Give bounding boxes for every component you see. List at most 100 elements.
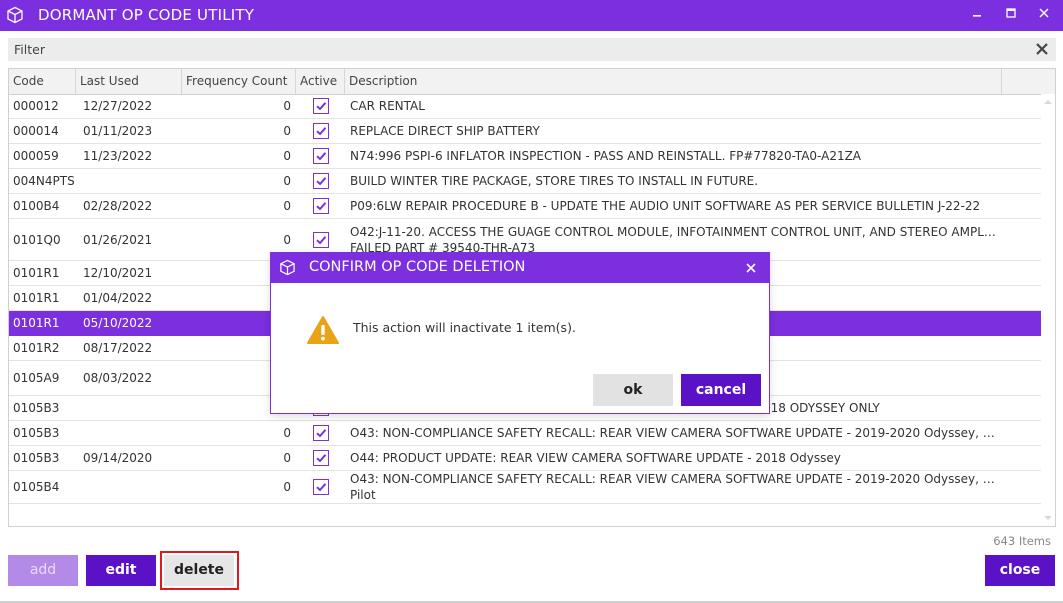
- active-cell: [297, 144, 345, 168]
- code-cell: 0101R2: [13, 341, 60, 355]
- filter-bar[interactable]: Filter: [8, 38, 1056, 61]
- check-icon: [316, 102, 327, 111]
- table-row[interactable]: 000012 12/27/2022 0 CAR RENTAL: [9, 94, 1041, 119]
- frequency-count-cell: 0: [283, 99, 291, 113]
- table-row[interactable]: 0105B3 0 O43: NON-COMPLIANCE SAFETY RECALL…: [9, 421, 1041, 446]
- column-header-last-used[interactable]: Last Used: [76, 69, 182, 94]
- code-cell: 0105B4: [13, 480, 60, 494]
- active-cell: [297, 194, 345, 218]
- table-row[interactable]: 004N4PTS 0 BUILD WINTER TIRE PACKAGE, STOR…: [9, 169, 1041, 194]
- dialog-close-icon[interactable]: [741, 258, 761, 278]
- scroll-up-icon[interactable]: [1041, 96, 1055, 108]
- description-cell: N74:996 PSPI-6 INFLATOR INSPECTION - PAS…: [350, 144, 998, 168]
- code-cell: 0105A9: [13, 371, 60, 385]
- description-cell: O44: PRODUCT UPDATE: REAR VIEW CAMERA SO…: [350, 446, 998, 470]
- description-cell: BUILD WINTER TIRE PACKAGE, STORE TIRES T…: [350, 169, 998, 193]
- active-checkbox[interactable]: [313, 98, 329, 114]
- active-cell: [297, 446, 345, 470]
- frequency-count-cell: 0: [283, 426, 291, 440]
- ok-button[interactable]: ok: [593, 374, 673, 406]
- description-cell: O43: NON-COMPLIANCE SAFETY RECALL: REAR …: [350, 421, 998, 445]
- active-checkbox[interactable]: [313, 231, 329, 248]
- active-checkbox[interactable]: [313, 123, 329, 139]
- warning-icon: [307, 316, 339, 344]
- check-icon: [316, 177, 327, 186]
- window-title: DORMANT OP CODE UTILITY: [38, 6, 255, 24]
- frequency-count-cell: 0: [283, 174, 291, 188]
- code-cell: 0101R1: [13, 316, 60, 330]
- last-used-cell: 12/10/2021: [83, 266, 153, 280]
- cancel-button[interactable]: cancel: [681, 374, 761, 406]
- description-line: O43: NON-COMPLIANCE SAFETY RECALL: REAR …: [350, 472, 998, 486]
- table-row[interactable]: 000059 11/23/2022 0 N74:996 PSPI-6 INFLATOR…: [9, 144, 1041, 169]
- active-checkbox[interactable]: [313, 198, 329, 214]
- close-button[interactable]: close: [985, 555, 1055, 586]
- description-cell: P09:6LW REPAIR PROCEDURE B - UPDATE THE …: [350, 194, 998, 218]
- active-cell: [297, 471, 345, 503]
- code-cell: 0105B3: [13, 451, 60, 465]
- clear-filter-icon[interactable]: [1032, 39, 1052, 59]
- description-line: CAR RENTAL: [350, 99, 425, 113]
- active-checkbox[interactable]: [313, 479, 329, 495]
- code-cell: 0101R1: [13, 266, 60, 280]
- last-used-cell: 11/23/2022: [83, 149, 153, 163]
- check-icon: [316, 235, 327, 244]
- active-cell: [297, 421, 345, 445]
- edit-button[interactable]: edit: [86, 555, 156, 586]
- add-button[interactable]: add: [8, 555, 78, 586]
- table-row[interactable]: 0100B4 02/28/2022 0 P09:6LW REPAIR PROCEDUR…: [9, 194, 1041, 219]
- dialog-message: This action will inactivate 1 item(s).: [353, 320, 576, 335]
- delete-button-highlight: [160, 551, 239, 590]
- confirm-dialog: CONFIRM OP CODE DELETION This action wil…: [270, 252, 770, 414]
- code-cell: 000059: [13, 149, 59, 163]
- last-used-cell: 01/11/2023: [83, 124, 153, 138]
- frequency-count-cell: 0: [283, 149, 291, 163]
- code-cell: 000014: [13, 124, 59, 138]
- code-cell: 0101R1: [13, 291, 60, 305]
- scroll-down-icon[interactable]: [1041, 512, 1055, 524]
- description-cell: REPLACE DIRECT SHIP BATTERY: [350, 119, 998, 143]
- frequency-count-cell: 0: [283, 124, 291, 138]
- minimize-button[interactable]: [966, 4, 988, 26]
- last-used-cell: 01/26/2021: [83, 232, 153, 247]
- minimize-icon: [973, 15, 981, 17]
- active-checkbox[interactable]: [313, 425, 329, 441]
- check-icon: [316, 202, 327, 211]
- description-line: Pilot: [350, 488, 376, 502]
- table-row[interactable]: 0105B4 0 O43: NON-COMPLIANCE SAFETY RECALL…: [9, 471, 1041, 504]
- description-line: REPLACE DIRECT SHIP BATTERY: [350, 124, 540, 138]
- dialog-title-bar: CONFIRM OP CODE DELETION: [271, 253, 769, 283]
- active-checkbox[interactable]: [313, 450, 329, 466]
- description-line: BUILD WINTER TIRE PACKAGE, STORE TIRES T…: [350, 174, 759, 188]
- dialog-title: CONFIRM OP CODE DELETION: [309, 259, 526, 275]
- column-header-description[interactable]: Description: [345, 69, 1002, 94]
- column-header-active[interactable]: Active: [296, 69, 345, 94]
- code-cell: 004N4PTS: [13, 174, 75, 188]
- frequency-count-cell: 0: [283, 480, 291, 494]
- description-line: P09:6LW REPAIR PROCEDURE B - UPDATE THE …: [350, 199, 981, 213]
- table-row[interactable]: 000014 01/11/2023 0 REPLACE DIRECT SHIP BAT…: [9, 119, 1041, 144]
- close-window-button[interactable]: [1033, 4, 1055, 26]
- description-cell: CAR RENTAL: [350, 94, 998, 118]
- last-used-cell: [83, 471, 183, 503]
- column-header-code[interactable]: Code: [9, 69, 76, 94]
- code-cell: 0105B3: [13, 426, 60, 440]
- description-line: O44: PRODUCT UPDATE: REAR VIEW CAMERA SO…: [350, 451, 841, 465]
- table-row[interactable]: 0105B3 09/14/2020 0 O44: PRODUCT UPDATE: RE…: [9, 446, 1041, 471]
- active-checkbox[interactable]: [313, 148, 329, 164]
- code-cell: 000012: [13, 99, 59, 113]
- maximize-button[interactable]: [1000, 4, 1022, 26]
- cube-icon: [280, 259, 295, 276]
- active-checkbox[interactable]: [313, 173, 329, 189]
- last-used-cell: 05/10/2022: [83, 316, 153, 330]
- item-count: 643 Items: [993, 534, 1051, 548]
- vertical-scrollbar[interactable]: [1041, 94, 1055, 526]
- description-line: O42:J-11-20. ACCESS THE GUAGE CONTROL MO…: [350, 224, 998, 239]
- last-used-cell: 12/27/2022: [83, 99, 153, 113]
- maximize-icon: [1006, 8, 1016, 18]
- description-line: N74:996 PSPI-6 INFLATOR INSPECTION - PAS…: [350, 149, 862, 163]
- last-used-cell: [83, 169, 183, 193]
- code-cell: 0105B3: [13, 401, 60, 415]
- column-header-frequency-count[interactable]: Frequency Count: [182, 69, 296, 94]
- description-cell: O43: NON-COMPLIANCE SAFETY RECALL: REAR …: [350, 471, 998, 503]
